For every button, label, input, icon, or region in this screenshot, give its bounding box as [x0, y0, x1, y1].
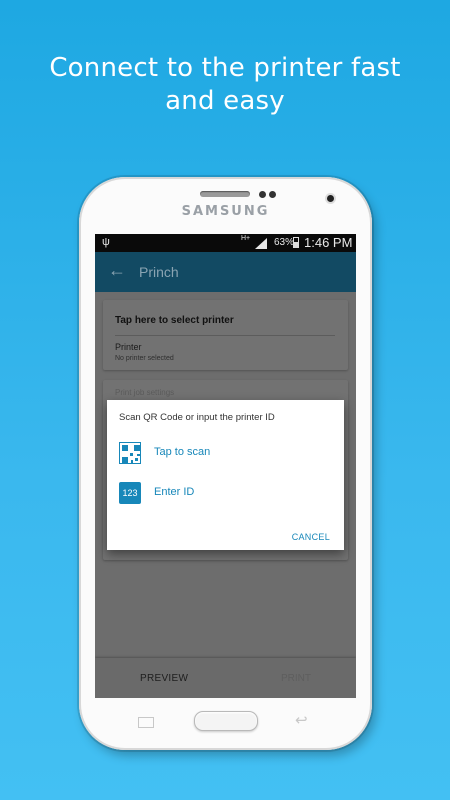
app-bar: ← Princh [95, 252, 356, 292]
printer-label: Printer [115, 342, 142, 352]
usb-icon: ψ [102, 236, 110, 248]
light-sensor [269, 191, 276, 198]
phone-screen: ψ H+ 63% 1:46 PM ← Princh Tap here to se… [95, 234, 356, 698]
headline-line-1: Connect to the printer fast [49, 53, 401, 83]
earpiece-speaker [200, 191, 250, 197]
arrow-left-icon[interactable]: ← [108, 260, 126, 281]
app-title: Princh [139, 264, 179, 280]
qr-code-icon [119, 442, 141, 464]
recent-apps-icon[interactable] [138, 717, 154, 728]
dialog-title: Scan QR Code or input the printer ID [119, 412, 275, 423]
enter-id-label[interactable]: Enter ID [154, 486, 194, 498]
tap-to-scan-label[interactable]: Tap to scan [154, 446, 210, 458]
network-type: H+ [241, 235, 251, 242]
select-printer-label[interactable]: Tap here to select printer [115, 315, 234, 326]
enter-id-option[interactable]: 123 Enter ID [119, 482, 319, 504]
printer-card[interactable]: Tap here to select printer Printer No pr… [103, 300, 348, 370]
status-bar: ψ H+ 63% 1:46 PM [95, 234, 356, 252]
headline: Connect to the printer fast and easy [0, 52, 450, 118]
battery-icon [293, 237, 299, 248]
home-button[interactable] [194, 711, 258, 731]
number-pad-icon: 123 [119, 482, 141, 504]
front-camera [327, 195, 334, 202]
signal-icon [255, 238, 267, 249]
clock: 1:46 PM [304, 235, 353, 250]
back-key-icon[interactable]: ↩ [295, 711, 308, 729]
brand-logo: SAMSUNG [181, 204, 270, 219]
print-button[interactable]: PRINT [281, 673, 311, 684]
proximity-sensor [259, 191, 266, 198]
cancel-button[interactable]: CANCEL [292, 532, 330, 542]
headline-line-2: and easy [165, 86, 285, 116]
preview-button[interactable]: PREVIEW [140, 673, 188, 684]
printer-value: No printer selected [115, 355, 174, 362]
job-settings-hint: Print job settings [115, 388, 175, 397]
battery-percent: 63% [274, 237, 295, 248]
scan-or-input-dialog: Scan QR Code or input the printer ID Tap… [107, 400, 344, 550]
tap-to-scan-option[interactable]: Tap to scan [119, 442, 319, 464]
bottom-action-bar: PREVIEW PRINT [95, 658, 356, 698]
phone-frame: SAMSUNG ψ H+ 63% 1:46 PM ← Princh Tap he… [79, 177, 372, 750]
divider [115, 335, 335, 336]
